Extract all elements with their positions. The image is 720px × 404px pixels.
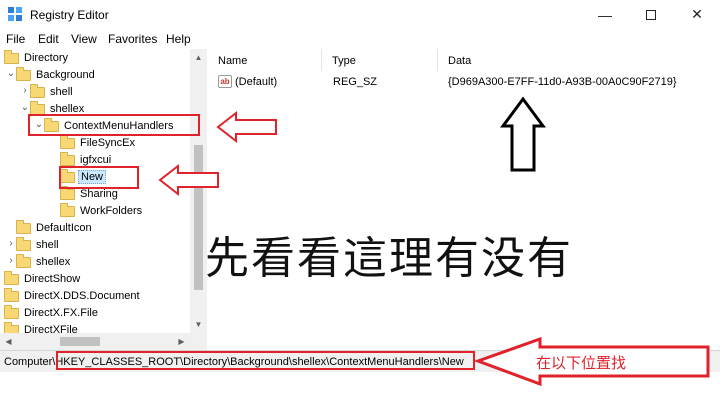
scroll-thumb-horizontal[interactable] bbox=[60, 337, 100, 346]
tree-item-label: DefaultIcon bbox=[36, 222, 92, 234]
tree-item[interactable]: DirectShow bbox=[0, 271, 190, 288]
value-data: {D969A300-E7FF-11d0-A93B-00A0C90F2719} bbox=[448, 76, 677, 88]
tree-item[interactable]: DirectX.FX.File bbox=[0, 305, 190, 322]
tree-item-label: DirectX.FX.File bbox=[24, 307, 98, 319]
value-name: (Default) bbox=[235, 76, 278, 88]
maximize-button[interactable] bbox=[628, 0, 674, 29]
folder-icon bbox=[60, 186, 75, 200]
tree-item-label: DirectShow bbox=[24, 273, 81, 285]
menu-help[interactable]: Help bbox=[166, 32, 191, 46]
tree-item[interactable]: DefaultIcon bbox=[0, 220, 190, 237]
highlight-status-path bbox=[56, 351, 475, 370]
menu-favorites[interactable]: Favorites bbox=[108, 32, 157, 46]
close-icon: ✕ bbox=[691, 6, 703, 22]
values-pane[interactable]: Name Type Data ab (Default) REG_SZ {D969… bbox=[208, 49, 720, 350]
column-header-type[interactable]: Type bbox=[322, 49, 438, 71]
folder-icon bbox=[60, 203, 75, 217]
folder-icon bbox=[60, 152, 75, 166]
menu-file[interactable]: File bbox=[6, 32, 25, 46]
minimize-icon: — bbox=[598, 6, 612, 23]
tree-item-label: DirectX.DDS.Document bbox=[24, 290, 140, 302]
chevron-right-icon[interactable]: › bbox=[6, 255, 16, 266]
scroll-thumb[interactable] bbox=[194, 145, 203, 290]
scroll-down-icon[interactable]: ▼ bbox=[190, 316, 207, 333]
tree-item[interactable]: › shell bbox=[0, 84, 190, 101]
tree-item-label: Directory bbox=[24, 52, 69, 64]
tree-item-label: Sharing bbox=[80, 188, 118, 200]
string-value-icon: ab bbox=[218, 75, 232, 88]
highlight-new bbox=[59, 166, 139, 189]
scroll-up-icon[interactable]: ▲ bbox=[190, 49, 207, 66]
tree-item[interactable]: DirectX.DDS.Document bbox=[0, 288, 190, 305]
minimize-button[interactable]: — bbox=[582, 0, 628, 29]
chevron-down-icon[interactable]: ⌄ bbox=[20, 102, 30, 113]
annotation-status-text: 在以下位置找 bbox=[536, 354, 627, 372]
folder-icon bbox=[4, 288, 19, 302]
folder-icon bbox=[4, 271, 19, 285]
chevron-down-icon[interactable]: ⌄ bbox=[6, 68, 16, 79]
chevron-right-icon[interactable]: › bbox=[6, 238, 16, 249]
highlight-contextmenuhandlers bbox=[28, 114, 200, 136]
folder-icon bbox=[4, 50, 19, 64]
annotation-main-text: 先看看這理有没有 bbox=[205, 233, 573, 284]
column-header-name[interactable]: Name bbox=[208, 49, 322, 71]
maximize-icon bbox=[646, 9, 656, 20]
folder-icon bbox=[16, 254, 31, 268]
tree-item-label: FileSyncEx bbox=[80, 137, 136, 149]
tree-item[interactable]: › shellex bbox=[0, 254, 190, 271]
registry-editor-icon bbox=[8, 7, 22, 21]
tree-item[interactable]: ⌄ Background bbox=[0, 67, 190, 84]
folder-icon bbox=[16, 237, 31, 251]
tree-vertical-scrollbar[interactable]: ▲ ▼ bbox=[190, 49, 207, 333]
value-type: REG_SZ bbox=[333, 76, 378, 88]
folder-icon bbox=[16, 220, 31, 234]
tree-item[interactable]: Directory bbox=[0, 50, 190, 67]
tree-horizontal-scrollbar[interactable]: ◀ ▶ bbox=[0, 333, 207, 350]
tree-item-label: WorkFolders bbox=[80, 205, 143, 217]
tree-item[interactable]: WorkFolders bbox=[0, 203, 190, 220]
value-row[interactable]: ab (Default) REG_SZ {D969A300-E7FF-11d0-… bbox=[208, 73, 720, 91]
menu-view[interactable]: View bbox=[71, 32, 97, 46]
close-button[interactable]: ✕ bbox=[674, 0, 720, 29]
window-title: Registry Editor bbox=[30, 8, 109, 22]
tree-item-label: igfxcui bbox=[80, 154, 112, 166]
folder-icon bbox=[30, 84, 45, 98]
title-bar: Registry Editor — ✕ bbox=[0, 0, 720, 29]
tree-item-label: shellex bbox=[36, 256, 71, 268]
menu-edit[interactable]: Edit bbox=[38, 32, 59, 46]
tree-item-label: shell bbox=[36, 239, 59, 251]
scroll-left-icon[interactable]: ◀ bbox=[0, 333, 17, 350]
menu-bar: File Edit View Favorites Help bbox=[0, 29, 720, 49]
registry-tree[interactable]: Directory ⌄ Background › shell ⌄ shellex ⌄ Conte… bbox=[0, 49, 207, 350]
tree-item-label: Background bbox=[36, 69, 95, 81]
tree-item[interactable]: › shell bbox=[0, 237, 190, 254]
folder-icon bbox=[16, 67, 31, 81]
tree-item[interactable]: FileSyncEx bbox=[0, 135, 190, 152]
scroll-right-icon[interactable]: ▶ bbox=[173, 333, 190, 350]
folder-icon bbox=[60, 135, 75, 149]
column-header-data[interactable]: Data bbox=[438, 49, 720, 71]
chevron-right-icon[interactable]: › bbox=[20, 85, 30, 96]
tree-item-label: shell bbox=[50, 86, 73, 98]
folder-icon bbox=[4, 305, 19, 319]
